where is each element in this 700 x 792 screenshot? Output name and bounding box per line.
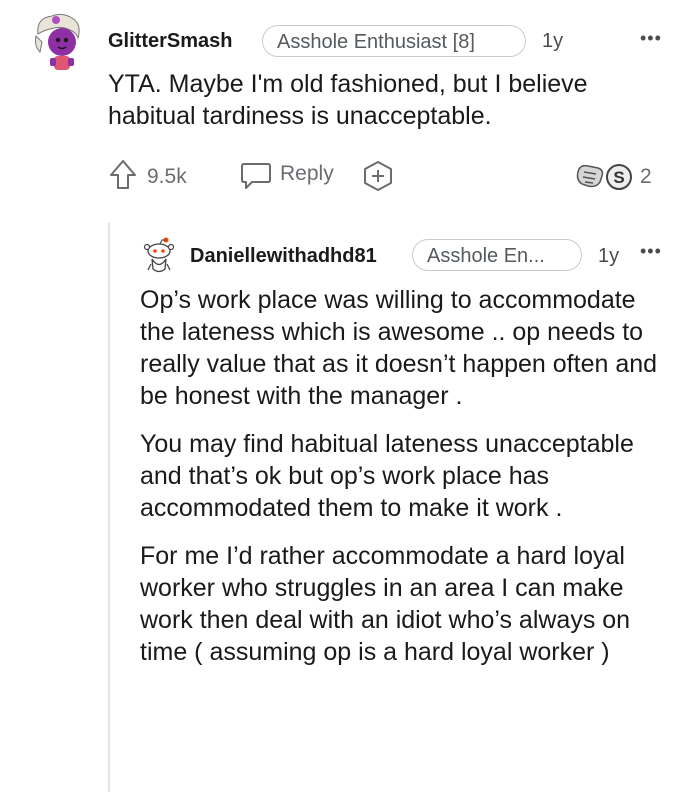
reply-user-flair: Asshole En... [412,239,582,271]
reply-paragraph: For me I’d rather accommodate a hard loy… [140,542,631,666]
wholesome-award-icon [576,164,604,188]
reply-age: 1y [598,245,620,267]
avatar-image [35,13,80,70]
reply-more-options-icon[interactable]: ••• [640,241,662,262]
snoo-avatar-icon [143,237,175,273]
upvote-icon [110,160,136,189]
upvote-count: 9.5k [147,165,187,188]
user-flair: Asshole Enthusiast [8] [262,25,526,57]
avatar[interactable] [32,12,84,72]
reply-avatar[interactable] [142,236,176,276]
comment-body: YTA. Maybe I'm old fashioned, but I beli… [108,70,588,130]
reply-body: Op’s work place was willing to accommoda… [140,284,670,684]
award-plus-icon [364,161,392,191]
silver-award-icon: S [606,164,632,190]
award-count: 2 [640,165,652,188]
comment-age: 1y [542,30,564,52]
thread-line[interactable] [108,222,110,792]
reply-paragraph: Op’s work place was willing to accommoda… [140,286,658,410]
reply-button[interactable]: Reply [240,160,340,192]
comment-username[interactable]: GlitterSmash [108,30,232,53]
upvote-button[interactable] [108,158,138,192]
reply-username[interactable]: Daniellewithadhd81 [190,245,377,268]
awards-display[interactable]: S 2 [574,162,674,194]
reply-paragraph: You may find habitual lateness unaccepta… [140,430,634,522]
more-options-icon[interactable]: ••• [640,28,662,49]
reply-icon [241,163,271,189]
reply-label: Reply [280,162,334,185]
award-button[interactable] [362,160,394,192]
svg-text:S: S [613,168,624,187]
